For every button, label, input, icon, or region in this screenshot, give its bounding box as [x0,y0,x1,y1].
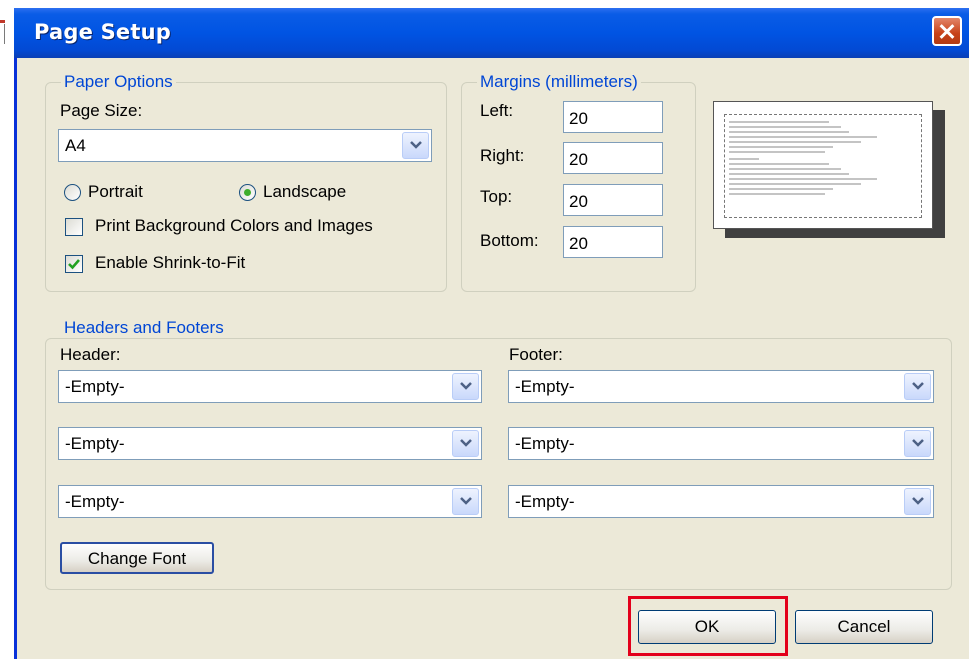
cancel-button[interactable]: Cancel [795,610,933,644]
footer-select-3[interactable]: -Empty- [508,485,934,518]
chevron-down-icon[interactable] [402,132,429,159]
portrait-label[interactable]: Portrait [88,182,143,202]
page-size-select[interactable]: A4 [58,129,432,162]
shrink-to-fit-checkbox[interactable] [65,255,83,273]
chevron-down-icon[interactable] [904,430,931,457]
margin-bottom-label: Bottom: [480,231,539,250]
headers-footers-legend: Headers and Footers [61,318,227,338]
margin-top-label: Top: [480,187,513,206]
margins-legend: Margins (millimeters) [477,72,641,92]
dialog-title: Page Setup [34,20,171,44]
margin-right-value: 20 [569,150,588,169]
header-value-3: -Empty- [65,492,125,511]
print-background-checkbox[interactable] [65,218,83,236]
close-button[interactable] [932,16,962,46]
background-window-line [4,24,5,44]
footer-select-1[interactable]: -Empty- [508,370,934,403]
margin-right-input[interactable]: 20 [563,142,663,174]
chevron-down-icon[interactable] [452,488,479,515]
cancel-label: Cancel [837,617,891,636]
margin-top-input[interactable]: 20 [563,184,663,216]
margin-left-value: 20 [569,109,588,128]
background-window-edge [0,0,14,659]
footer-value-1: -Empty- [515,377,575,396]
margin-top-value: 20 [569,192,588,211]
portrait-radio[interactable] [64,184,81,201]
page-size-value: A4 [65,136,86,155]
checkmark-icon [68,259,80,270]
print-background-label[interactable]: Print Background Colors and Images [95,216,373,236]
background-window-mark [0,20,5,23]
chevron-down-icon[interactable] [452,373,479,400]
footer-value-3: -Empty- [515,492,575,511]
chevron-down-icon[interactable] [904,488,931,515]
margin-bottom-input[interactable]: 20 [563,226,663,258]
landscape-label[interactable]: Landscape [263,182,346,202]
shrink-to-fit-label[interactable]: Enable Shrink-to-Fit [95,253,245,273]
landscape-radio[interactable] [239,184,256,201]
margin-left-label: Left: [480,101,514,120]
change-font-button[interactable]: Change Font [60,542,214,574]
margin-bottom-value: 20 [569,234,588,253]
page-preview [713,101,933,229]
margin-left-input[interactable]: 20 [563,101,663,133]
ok-button-highlight [628,596,788,656]
footer-select-2[interactable]: -Empty- [508,427,934,460]
page-size-label: Page Size: [60,101,143,120]
header-select-1[interactable]: -Empty- [58,370,482,403]
page-preview-margins [724,114,922,218]
chevron-down-icon[interactable] [452,430,479,457]
footer-label: Footer: [509,345,563,364]
header-select-2[interactable]: -Empty- [58,427,482,460]
header-label: Header: [60,345,121,364]
header-value-2: -Empty- [65,434,125,453]
header-select-3[interactable]: -Empty- [58,485,482,518]
radio-selected-dot [244,189,251,196]
header-value-1: -Empty- [65,377,125,396]
chevron-down-icon[interactable] [904,373,931,400]
change-font-label: Change Font [87,549,187,568]
margin-right-label: Right: [480,146,525,165]
paper-options-legend: Paper Options [61,72,176,92]
footer-value-2: -Empty- [515,434,575,453]
